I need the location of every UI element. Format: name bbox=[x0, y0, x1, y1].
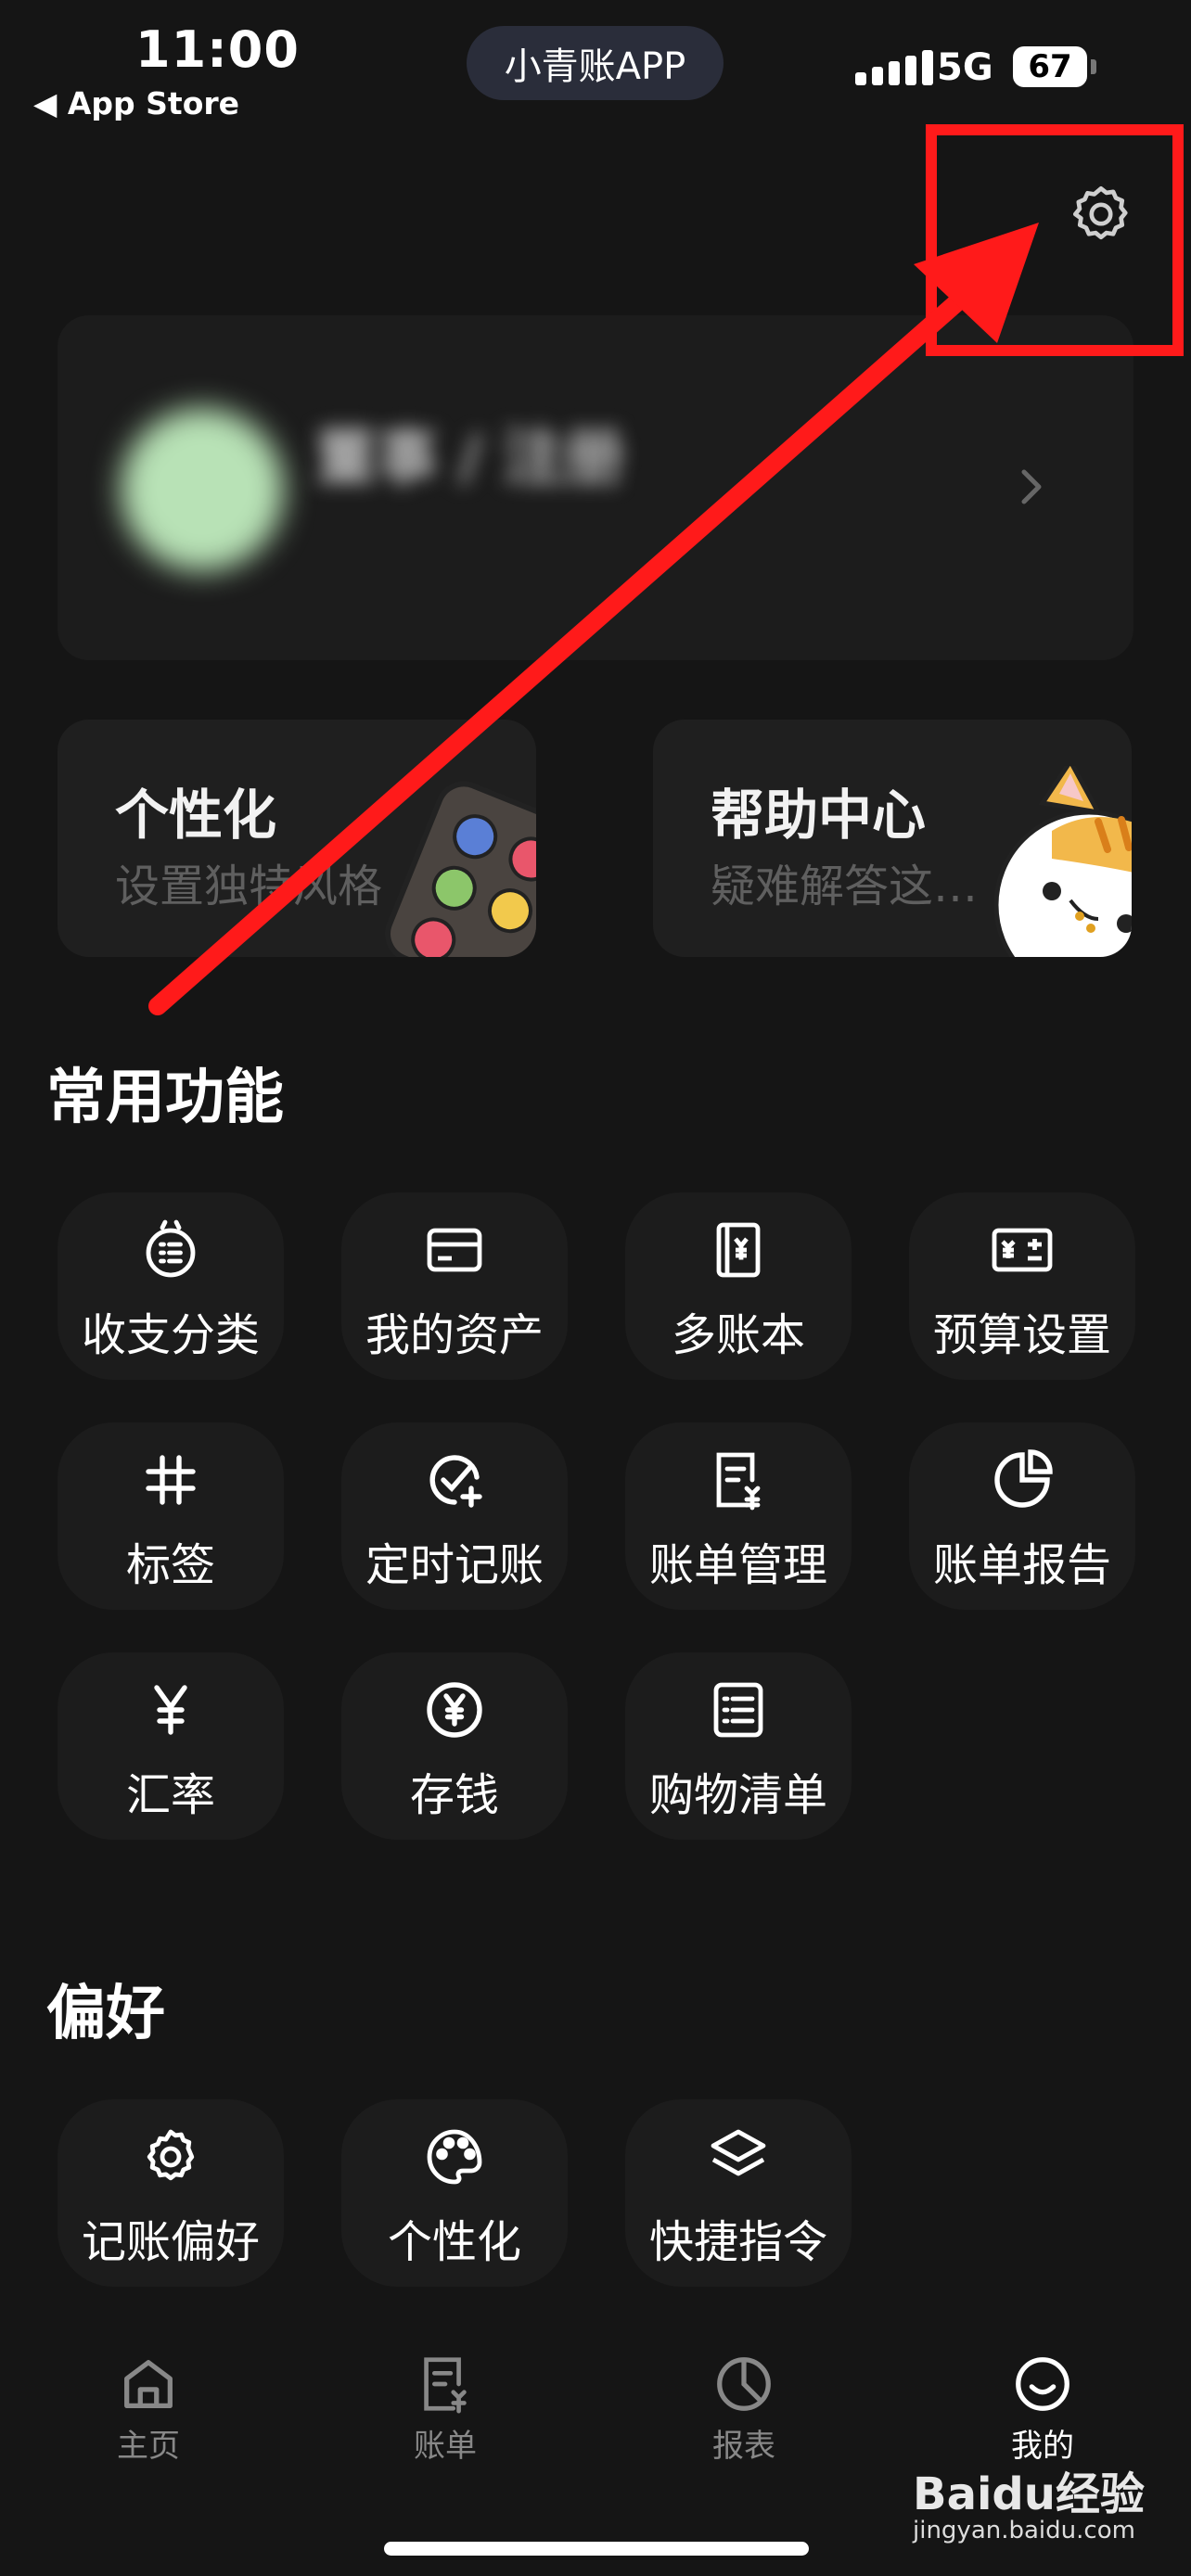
feature-category-label: 收支分类 bbox=[81, 1309, 260, 1361]
feature-savings-label: 存钱 bbox=[409, 1769, 499, 1821]
pref-shortcuts[interactable]: 快捷指令 bbox=[625, 2099, 852, 2287]
smile-icon bbox=[1016, 2357, 1069, 2411]
pie-icon bbox=[994, 1449, 1053, 1508]
personalize-card-subtitle: 设置独特风格 bbox=[115, 861, 383, 912]
feature-scheduled[interactable]: 定时记账 bbox=[341, 1422, 568, 1610]
feature-exchange-rate[interactable]: 汇率 bbox=[58, 1652, 284, 1840]
home-icon bbox=[124, 2360, 173, 2408]
pref-shortcuts-label: 快捷指令 bbox=[648, 2216, 827, 2268]
feature-bill-manage[interactable]: 账单管理 bbox=[625, 1422, 852, 1610]
layers-icon bbox=[711, 2129, 766, 2176]
category-icon bbox=[146, 1219, 196, 1278]
network-type: 5G bbox=[937, 46, 993, 89]
palette-icon bbox=[427, 2129, 482, 2185]
dynamic-island: 小青账APP bbox=[467, 26, 724, 100]
tab-bills[interactable]: 账单 bbox=[362, 2352, 529, 2466]
feature-tags-label: 标签 bbox=[125, 1539, 215, 1591]
feature-tags[interactable]: 标签 bbox=[58, 1422, 284, 1610]
list-icon bbox=[713, 1682, 763, 1738]
feature-assets-label: 我的资产 bbox=[365, 1309, 544, 1361]
palette-illustration bbox=[385, 781, 536, 957]
feature-assets[interactable]: 我的资产 bbox=[341, 1192, 568, 1380]
pref-bookkeeping[interactable]: 记账偏好 bbox=[58, 2099, 284, 2287]
feature-bill-report-label: 账单报告 bbox=[932, 1539, 1111, 1591]
card-icon bbox=[427, 1228, 482, 1272]
personalize-card[interactable]: 个性化 设置独特风格 bbox=[58, 720, 536, 957]
help-center-card-subtitle: 疑难解答这… bbox=[711, 861, 979, 912]
coin-icon bbox=[427, 1682, 482, 1738]
ledger-icon bbox=[716, 1222, 761, 1278]
tab-home-label: 主页 bbox=[117, 2428, 180, 2465]
feature-bill-manage-label: 账单管理 bbox=[648, 1539, 827, 1591]
feature-bill-report[interactable]: 账单报告 bbox=[909, 1422, 1135, 1610]
feature-budget-label: 预算设置 bbox=[932, 1309, 1111, 1361]
tab-mine[interactable]: 我的 bbox=[959, 2352, 1126, 2466]
chevron-right-icon bbox=[1021, 469, 1042, 504]
island-text: 小青账APP bbox=[504, 45, 686, 88]
yen-icon bbox=[154, 1685, 187, 1735]
profile-name: 董事 / 注册 bbox=[315, 422, 626, 493]
feature-multi-ledger[interactable]: 多账本 bbox=[625, 1192, 852, 1380]
settings-gear-icon[interactable] bbox=[1069, 182, 1133, 247]
feature-multi-ledger-label: 多账本 bbox=[671, 1309, 805, 1361]
bill-icon bbox=[424, 2357, 467, 2414]
common-features-title: 常用功能 bbox=[46, 1064, 284, 1132]
battery-tip bbox=[1091, 59, 1096, 74]
bill-icon bbox=[716, 1452, 761, 1511]
feature-category[interactable]: 收支分类 bbox=[58, 1192, 284, 1380]
watermark-url: jingyan.baidu.com bbox=[913, 2517, 1135, 2544]
chart-icon bbox=[717, 2357, 771, 2411]
back-app-label: App Store bbox=[67, 85, 240, 121]
pref-bookkeeping-label: 记账偏好 bbox=[81, 2216, 260, 2268]
tab-bills-label: 账单 bbox=[414, 2428, 477, 2465]
timer-check-icon bbox=[429, 1455, 482, 1508]
feature-shopping-list[interactable]: 购物清单 bbox=[625, 1652, 852, 1840]
help-center-card-title: 帮助中心 bbox=[711, 784, 927, 847]
help-center-card[interactable]: 帮助中心 疑难解答这… bbox=[653, 720, 1132, 957]
tab-reports[interactable]: 报表 bbox=[660, 2352, 827, 2466]
personalize-card-title: 个性化 bbox=[115, 784, 277, 847]
feature-scheduled-label: 定时记账 bbox=[365, 1539, 544, 1591]
pref-personalize-label: 个性化 bbox=[387, 2216, 521, 2268]
gear-icon bbox=[147, 2129, 195, 2181]
avatar bbox=[121, 408, 284, 571]
pref-personalize[interactable]: 个性化 bbox=[341, 2099, 568, 2287]
battery-level: 67 bbox=[1028, 48, 1072, 85]
home-indicator[interactable] bbox=[384, 2542, 809, 2556]
feature-shopping-list-label: 购物清单 bbox=[648, 1769, 827, 1821]
status-time: 11:00 bbox=[135, 20, 300, 79]
feature-budget[interactable]: 预算设置 bbox=[909, 1192, 1135, 1380]
hash-icon bbox=[146, 1455, 196, 1505]
preferences-title: 偏好 bbox=[46, 1980, 165, 2048]
feature-savings[interactable]: 存钱 bbox=[341, 1652, 568, 1840]
back-to-app-link[interactable]: ◀ App Store bbox=[33, 85, 239, 121]
tab-reports-label: 报表 bbox=[712, 2428, 775, 2465]
watermark-brand: Baidu经验 bbox=[913, 2468, 1145, 2520]
feature-exchange-rate-label: 汇率 bbox=[125, 1769, 215, 1821]
signal-icon bbox=[855, 50, 933, 85]
battery-icon: 67 bbox=[1013, 46, 1087, 87]
cat-illustration bbox=[993, 766, 1132, 957]
tab-home[interactable]: 主页 bbox=[65, 2352, 232, 2466]
budget-icon bbox=[992, 1228, 1053, 1272]
